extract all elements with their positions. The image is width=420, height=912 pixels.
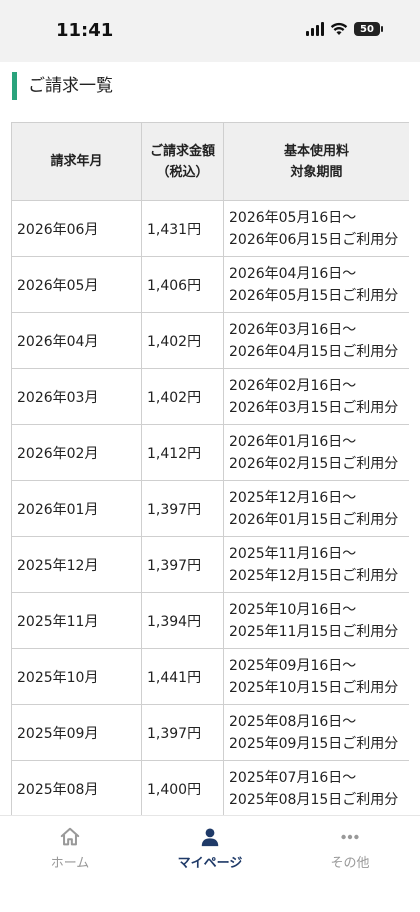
table-row: 2025年11月 1,394円 2025年10月16日〜 2025年11月15日ご利用…: [11, 592, 409, 649]
usage-period-cell: 2025年09月16日〜 2025年10月15日ご利用分: [223, 648, 409, 705]
billing-amount-cell: 1,431円: [141, 200, 224, 257]
usage-period-cell: 2026年01月16日〜 2026年02月15日ご利用分: [223, 424, 409, 481]
table-row: 2026年05月 1,406円 2026年04月16日〜 2026年05月15日ご利用…: [11, 256, 409, 313]
period-to: 2026年02月15日ご利用分: [229, 455, 399, 472]
tab-home-label: ホーム: [50, 856, 90, 871]
billing-month-cell: 2025年08月: [11, 760, 142, 815]
billing-amount-cell: 1,412円: [141, 424, 224, 481]
usage-period-cell: 2026年05月16日〜 2026年06月15日ご利用分: [223, 200, 409, 257]
period-from: 2025年11月16日〜: [229, 545, 357, 562]
table-row: 2026年02月 1,412円 2026年01月16日〜 2026年02月15日ご利用…: [11, 424, 409, 481]
status-bar: 11:41 50: [0, 0, 420, 62]
billing-amount-cell: 1,400円: [141, 760, 224, 815]
usage-period-cell: 2025年10月16日〜 2025年11月15日ご利用分: [223, 592, 409, 649]
more-icon: [341, 834, 359, 840]
tab-more-label: その他: [330, 856, 370, 871]
table-row: 2026年01月 1,397円 2025年12月16日〜 2026年01月15日ご利用…: [11, 480, 409, 537]
usage-period-cell: 2026年04月16日〜 2026年05月15日ご利用分: [223, 256, 409, 313]
tab-home[interactable]: ホーム: [0, 816, 140, 912]
usage-period-cell: 2025年07月16日〜 2025年08月15日ご利用分: [223, 760, 409, 815]
usage-period-cell: 2025年12月16日〜 2026年01月15日ご利用分: [223, 480, 409, 537]
table-row: 2025年09月 1,397円 2025年08月16日〜 2025年09月15日ご利用…: [11, 704, 409, 761]
battery-icon: 50: [354, 22, 383, 36]
period-from: 2025年12月16日〜: [229, 489, 357, 506]
usage-period-cell: 2026年02月16日〜 2026年03月15日ご利用分: [223, 368, 409, 425]
billing-table: 請求年月 ご請求金額 （税込） 基本使用料 対象期間 2026年06月 1,431…: [11, 122, 409, 815]
billing-amount-cell: 1,394円: [141, 592, 224, 649]
table-row: 2025年08月 1,400円 2025年07月16日〜 2025年08月15日ご利用…: [11, 760, 409, 815]
period-from: 2026年04月16日〜: [229, 265, 357, 282]
billing-month-cell: 2025年11月: [11, 592, 142, 649]
period-to: 2025年09月15日ご利用分: [229, 735, 399, 752]
period-from: 2026年05月16日〜: [229, 209, 357, 226]
billing-month-cell: 2026年06月: [11, 200, 142, 257]
home-icon: [60, 827, 80, 846]
period-to: 2026年05月15日ご利用分: [229, 287, 399, 304]
wifi-icon: [330, 22, 348, 35]
period-to: 2026年03月15日ご利用分: [229, 399, 399, 416]
usage-period-cell: 2026年03月16日〜 2026年04月15日ご利用分: [223, 312, 409, 369]
header-usage-period: 基本使用料 対象期間: [223, 122, 409, 201]
header-amount-line1: ご請求金額: [149, 143, 215, 159]
billing-amount-cell: 1,406円: [141, 256, 224, 313]
billing-month-cell: 2025年10月: [11, 648, 142, 705]
status-icons: 50: [306, 22, 383, 36]
tab-more[interactable]: その他: [280, 816, 420, 912]
period-from: 2026年03月16日〜: [229, 321, 357, 338]
header-billing-amount: ご請求金額 （税込）: [141, 122, 224, 201]
header-amount-line2: （税込）: [156, 164, 209, 180]
period-to: 2026年04月15日ご利用分: [229, 343, 399, 360]
billing-amount-cell: 1,402円: [141, 312, 224, 369]
billing-month-cell: 2025年09月: [11, 704, 142, 761]
person-icon: [201, 828, 219, 847]
table-row: 2026年03月 1,402円 2026年02月16日〜 2026年03月15日ご利用…: [11, 368, 409, 425]
period-to: 2025年08月15日ご利用分: [229, 791, 399, 808]
table-header-row: 請求年月 ご請求金額 （税込） 基本使用料 対象期間: [11, 122, 409, 201]
billing-amount-cell: 1,402円: [141, 368, 224, 425]
billing-amount-cell: 1,397円: [141, 536, 224, 593]
period-from: 2025年07月16日〜: [229, 769, 357, 786]
billing-month-cell: 2026年03月: [11, 368, 142, 425]
header-period-line1: 基本使用料: [283, 143, 349, 159]
billing-amount-cell: 1,397円: [141, 704, 224, 761]
billing-table-container[interactable]: 請求年月 ご請求金額 （税込） 基本使用料 対象期間 2026年06月 1,431…: [11, 122, 409, 815]
table-row: 2026年04月 1,402円 2026年03月16日〜 2026年04月15日ご利用…: [11, 312, 409, 369]
billing-month-cell: 2026年01月: [11, 480, 142, 537]
billing-month-cell: 2026年05月: [11, 256, 142, 313]
period-from: 2026年01月16日〜: [229, 433, 357, 450]
header-billing-month: 請求年月: [11, 122, 142, 201]
signal-icon: [306, 22, 324, 36]
header-period-line2: 対象期間: [290, 164, 343, 180]
table-row: 2025年12月 1,397円 2025年11月16日〜 2025年12月15日ご利用…: [11, 536, 409, 593]
usage-period-cell: 2025年08月16日〜 2025年09月15日ご利用分: [223, 704, 409, 761]
period-from: 2026年02月16日〜: [229, 377, 357, 394]
table-row: 2026年06月 1,431円 2026年05月16日〜 2026年06月15日ご利用…: [11, 200, 409, 257]
status-time: 11:41: [56, 20, 114, 41]
table-row: 2025年10月 1,441円 2025年09月16日〜 2025年10月15日ご利用…: [11, 648, 409, 705]
billing-month-cell: 2026年04月: [11, 312, 142, 369]
bottom-tab-bar: ホーム マイページ その他: [0, 815, 420, 912]
period-from: 2025年10月16日〜: [229, 601, 357, 618]
period-to: 2025年12月15日ご利用分: [229, 567, 399, 584]
period-to: 2025年11月15日ご利用分: [229, 623, 399, 640]
period-from: 2025年09月16日〜: [229, 657, 357, 674]
billing-month-cell: 2026年02月: [11, 424, 142, 481]
period-to: 2026年06月15日ご利用分: [229, 231, 399, 248]
tab-mypage-label: マイページ: [177, 856, 243, 871]
page-title: ご請求一覧: [12, 72, 113, 100]
usage-period-cell: 2025年11月16日〜 2025年12月15日ご利用分: [223, 536, 409, 593]
period-to: 2025年10月15日ご利用分: [229, 679, 399, 696]
period-from: 2025年08月16日〜: [229, 713, 357, 730]
billing-month-cell: 2025年12月: [11, 536, 142, 593]
billing-amount-cell: 1,441円: [141, 648, 224, 705]
billing-amount-cell: 1,397円: [141, 480, 224, 537]
period-to: 2026年01月15日ご利用分: [229, 511, 399, 528]
tab-mypage[interactable]: マイページ: [140, 816, 280, 912]
